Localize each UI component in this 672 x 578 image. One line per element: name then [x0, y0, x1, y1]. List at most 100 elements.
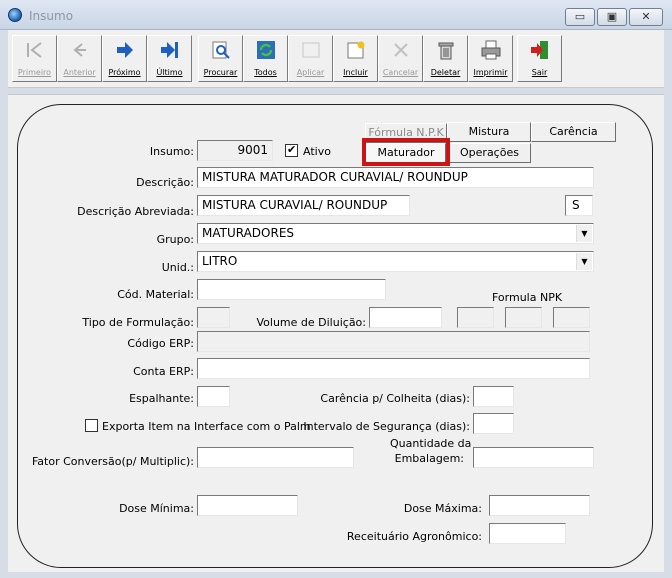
fator-conversao-label: Fator Conversão(p/ Multiplic):: [31, 455, 194, 468]
cancel-button[interactable]: Cancelar: [378, 35, 423, 82]
search-button[interactable]: Procurar: [198, 35, 243, 82]
insumo-label: Insumo:: [149, 145, 194, 158]
espalhante-field[interactable]: [197, 386, 230, 407]
next-button[interactable]: Próximo: [102, 35, 147, 82]
dose-maxima-label: Dose Máxima:: [403, 502, 482, 515]
descricao-flag-field[interactable]: S: [565, 195, 593, 216]
exporta-palm-checkbox[interactable]: [85, 419, 98, 432]
tab-operacoes[interactable]: Operações: [448, 143, 531, 163]
last-button[interactable]: Último: [147, 35, 192, 82]
codigo-erp-label: Código ERP:: [127, 337, 194, 350]
dose-minima-label: Dose Mínima:: [119, 502, 194, 515]
apply-icon: [302, 42, 320, 58]
descricao-abreviada-field[interactable]: MISTURA CURAVIAL/ ROUNDUP: [197, 195, 410, 216]
ativo-label: Ativo: [303, 145, 331, 158]
descricao-field[interactable]: MISTURA MATURADOR CURAVIAL/ ROUNDUP: [197, 167, 594, 188]
selected-tab-highlight: [362, 138, 450, 166]
tab-carencia[interactable]: Carência: [531, 122, 616, 142]
intervalo-seguranca-field[interactable]: [473, 413, 514, 434]
fator-conversao-field[interactable]: [197, 447, 354, 468]
insumo-field[interactable]: 9001: [197, 140, 273, 161]
previous-button-label: Anterior: [63, 68, 96, 77]
apply-button-label: Aplicar: [296, 68, 325, 77]
print-button[interactable]: Imprimir: [468, 35, 513, 82]
new-button-label: Incluir: [343, 68, 368, 77]
apply-button[interactable]: Aplicar: [288, 35, 333, 82]
close-button[interactable]: ✕: [629, 8, 663, 26]
printer-icon: [481, 40, 501, 60]
search-button-label: Procurar: [203, 68, 238, 77]
npk-k-field[interactable]: [553, 307, 590, 328]
delete-button[interactable]: Deletar: [423, 35, 468, 82]
all-button-label: Todos: [254, 68, 277, 77]
next-record-icon: [117, 42, 133, 58]
app-icon: [8, 8, 22, 22]
insumo-value: 9001: [237, 143, 268, 157]
descricao-label: Descrição:: [136, 176, 194, 189]
unid-label: Unid.:: [161, 261, 194, 274]
chevron-down-icon[interactable]: ▼: [576, 225, 592, 242]
descricao-flag-value: S: [572, 198, 580, 212]
maximize-button[interactable]: ▣: [597, 8, 627, 26]
tipo-formulacao-label: Tipo de Formulação:: [82, 316, 194, 329]
qtd-embalagem-label-line1: Quantidade da: [390, 437, 472, 450]
first-record-icon: [27, 42, 42, 58]
volume-diluicao-field[interactable]: [369, 307, 442, 328]
receituario-field[interactable]: [489, 523, 566, 544]
trash-icon: [438, 42, 454, 60]
next-button-label: Próximo: [108, 68, 141, 77]
dose-maxima-field[interactable]: [489, 495, 590, 516]
cancel-button-label: Cancelar: [382, 68, 419, 77]
volume-diluicao-label: Volume de Diluição:: [256, 316, 367, 329]
tipo-formulacao-field[interactable]: [197, 307, 230, 328]
carencia-colheita-field[interactable]: [473, 386, 514, 407]
window-title: Insumo: [29, 9, 74, 23]
qtd-embalagem-field[interactable]: [473, 447, 594, 468]
chevron-down-icon[interactable]: ▼: [576, 253, 592, 270]
exporta-palm-label: Exporta Item na Interface com o Palm: [102, 420, 311, 433]
ativo-checkbox[interactable]: ✔: [285, 143, 298, 157]
exit-door-icon: [531, 41, 548, 59]
tab-mistura[interactable]: Mistura: [447, 122, 531, 142]
codigo-erp-field[interactable]: [197, 331, 590, 352]
first-button[interactable]: Primeiro: [12, 35, 57, 82]
cod-material-field[interactable]: [197, 279, 386, 300]
window-frame: [0, 30, 8, 578]
refresh-all-icon: [257, 41, 275, 59]
unid-select[interactable]: LITRO ▼: [197, 251, 594, 272]
npk-n-field[interactable]: [457, 307, 494, 328]
dose-minima-field[interactable]: [197, 495, 298, 516]
search-icon: [212, 41, 230, 59]
cod-material-label: Cód. Material:: [117, 288, 194, 301]
all-button[interactable]: Todos: [243, 35, 288, 82]
cancel-icon: [394, 43, 408, 57]
previous-button[interactable]: Anterior: [57, 35, 102, 82]
descricao-abreviada-value: MISTURA CURAVIAL/ ROUNDUP: [202, 198, 388, 212]
previous-record-icon: [73, 43, 86, 57]
new-button[interactable]: Incluir: [333, 35, 378, 82]
exit-button-label: Sair: [531, 68, 548, 77]
grupo-value: MATURADORES: [202, 226, 295, 240]
check-mark-icon: ✔: [287, 143, 297, 156]
grupo-label: Grupo:: [156, 233, 194, 246]
unid-value: LITRO: [202, 254, 238, 268]
grupo-select[interactable]: MATURADORES ▼: [197, 223, 594, 244]
formula-npk-label: Formula NPK: [492, 291, 563, 304]
minimize-icon: ▭: [574, 10, 586, 23]
conta-erp-field[interactable]: [197, 358, 590, 379]
descricao-abreviada-label: Descrição Abreviada:: [77, 205, 194, 218]
last-record-icon: [161, 42, 178, 58]
npk-p-field[interactable]: [505, 307, 542, 328]
maximize-icon: ▣: [606, 10, 618, 23]
descricao-value: MISTURA MATURADOR CURAVIAL/ ROUNDUP: [202, 170, 468, 184]
minimize-button[interactable]: ▭: [565, 8, 595, 26]
last-button-label: Último: [156, 68, 183, 77]
conta-erp-label: Conta ERP:: [133, 365, 194, 378]
intervalo-seguranca-label: Intervalo de Segurança (dias):: [303, 420, 470, 433]
exit-button[interactable]: Sair: [517, 35, 562, 82]
espalhante-label: Espalhante:: [129, 392, 194, 405]
first-button-label: Primeiro: [17, 68, 52, 77]
receituario-label: Receituário Agronômico:: [346, 530, 482, 543]
print-button-label: Imprimir: [473, 68, 508, 77]
new-record-icon: [347, 41, 365, 59]
